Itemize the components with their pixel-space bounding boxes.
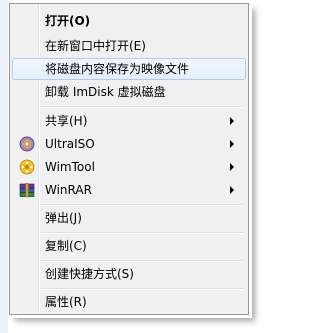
- wimtool-icon: [19, 159, 35, 175]
- menu-item-label: 属性(R): [45, 295, 87, 309]
- menu-separator: [41, 260, 244, 262]
- menu-item-winrar[interactable]: WinRAR: [12, 179, 246, 201]
- menu-item-wimtool[interactable]: WimTool: [12, 156, 246, 178]
- menu-item-open-new-window[interactable]: 在新窗口中打开(E): [12, 35, 246, 57]
- menu-item-label: WimTool: [45, 160, 95, 174]
- menu-item-open[interactable]: 打开(O): [12, 10, 246, 32]
- menu-separator: [41, 288, 244, 290]
- menu-item-label: UltraISO: [45, 137, 95, 151]
- menu-item-ultraiso[interactable]: UltraISO: [12, 133, 246, 155]
- menu-separator: [41, 232, 244, 234]
- submenu-arrow-icon: [230, 186, 234, 194]
- submenu-arrow-icon: [230, 163, 234, 171]
- menu-item-label: 复制(C): [45, 239, 87, 253]
- submenu-arrow-icon: [230, 117, 234, 125]
- menu-item-label: 在新窗口中打开(E): [45, 39, 146, 53]
- menu-item-properties[interactable]: 属性(R): [12, 291, 246, 313]
- menu-item-save-disk-image[interactable]: 将磁盘内容保存为映像文件: [12, 58, 246, 80]
- context-menu: 打开(O) 在新窗口中打开(E) 将磁盘内容保存为映像文件 卸载 ImDisk …: [9, 3, 249, 315]
- submenu-arrow-icon: [230, 140, 234, 148]
- menu-separator: [41, 106, 244, 108]
- menu-item-label: 打开(O): [45, 14, 91, 28]
- winrar-books-icon: [19, 183, 35, 198]
- menu-item-label: 共享(H): [45, 114, 88, 128]
- menu-item-label: 弹出(J): [45, 211, 82, 225]
- menu-item-label: 将磁盘内容保存为映像文件: [45, 62, 190, 76]
- menu-item-create-shortcut[interactable]: 创建快捷方式(S): [12, 263, 246, 285]
- menu-item-label: 卸载 ImDisk 虚拟磁盘: [45, 85, 166, 99]
- menu-item-eject[interactable]: 弹出(J): [12, 207, 246, 229]
- menu-item-copy[interactable]: 复制(C): [12, 235, 246, 257]
- menu-item-label: 创建快捷方式(S): [45, 267, 134, 281]
- menu-item-label: WinRAR: [45, 183, 92, 197]
- menu-separator: [41, 204, 244, 206]
- menu-item-share[interactable]: 共享(H): [12, 110, 246, 132]
- menu-item-unmount-imdisk[interactable]: 卸载 ImDisk 虚拟磁盘: [12, 81, 246, 103]
- ultraiso-disc-icon: [19, 136, 35, 152]
- background-window-edge: [0, 0, 8, 333]
